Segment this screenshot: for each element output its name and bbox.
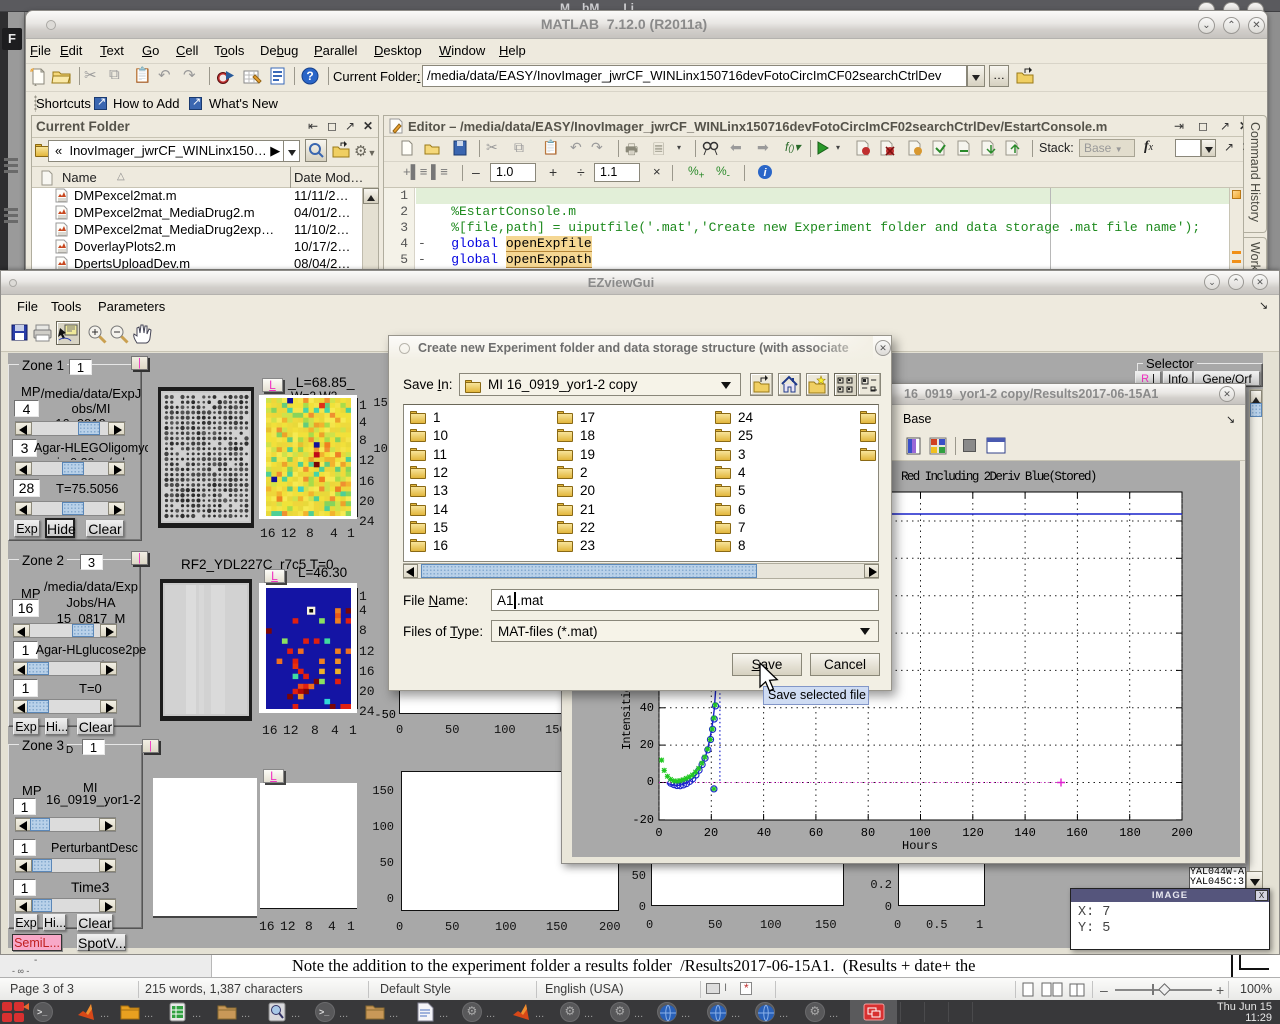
svg-text:?: ? [306, 69, 313, 83]
